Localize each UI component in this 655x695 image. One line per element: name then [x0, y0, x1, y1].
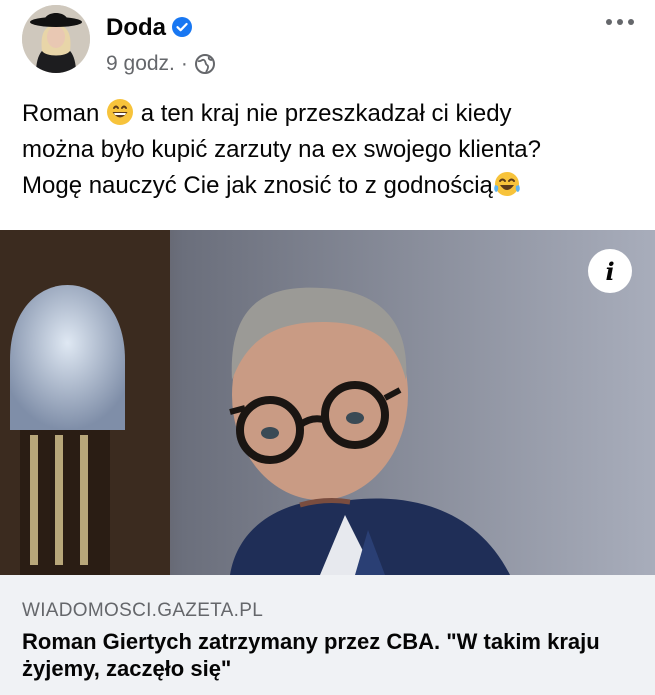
link-domain: WIADOMOSCI.GAZETA.PL: [22, 600, 264, 621]
author-avatar[interactable]: [22, 5, 90, 73]
grinning-face-emoji: [107, 99, 134, 125]
post-header: Doda 9 godz. ·: [0, 0, 655, 90]
author-name[interactable]: Doda: [106, 14, 166, 42]
more-options-icon[interactable]: [604, 10, 636, 34]
tears-of-joy-emoji: [494, 172, 520, 196]
info-icon[interactable]: i: [588, 249, 632, 293]
post-photo[interactable]: [0, 230, 655, 575]
link-title[interactable]: Roman Giertych zatrzymany przez CBA. "W …: [22, 628, 632, 682]
post-meta: 9 godz. ·: [106, 52, 216, 76]
globe-icon[interactable]: [194, 53, 216, 75]
verified-badge-icon: [172, 17, 192, 37]
post-text-line-3: Mogę nauczyć Cie jak znosić to z godnośc…: [22, 168, 642, 204]
post-text-line-2: można było kupić zarzuty na ex swojego k…: [22, 136, 541, 163]
post-timestamp[interactable]: 9 godz.: [106, 52, 175, 76]
post-text: Roman a ten kraj nie przeszkadzał ci kie…: [22, 96, 642, 204]
post-text-line-1: Roman a ten kraj nie przeszkadzał ci kie…: [22, 99, 512, 127]
meta-separator: ·: [180, 52, 188, 75]
